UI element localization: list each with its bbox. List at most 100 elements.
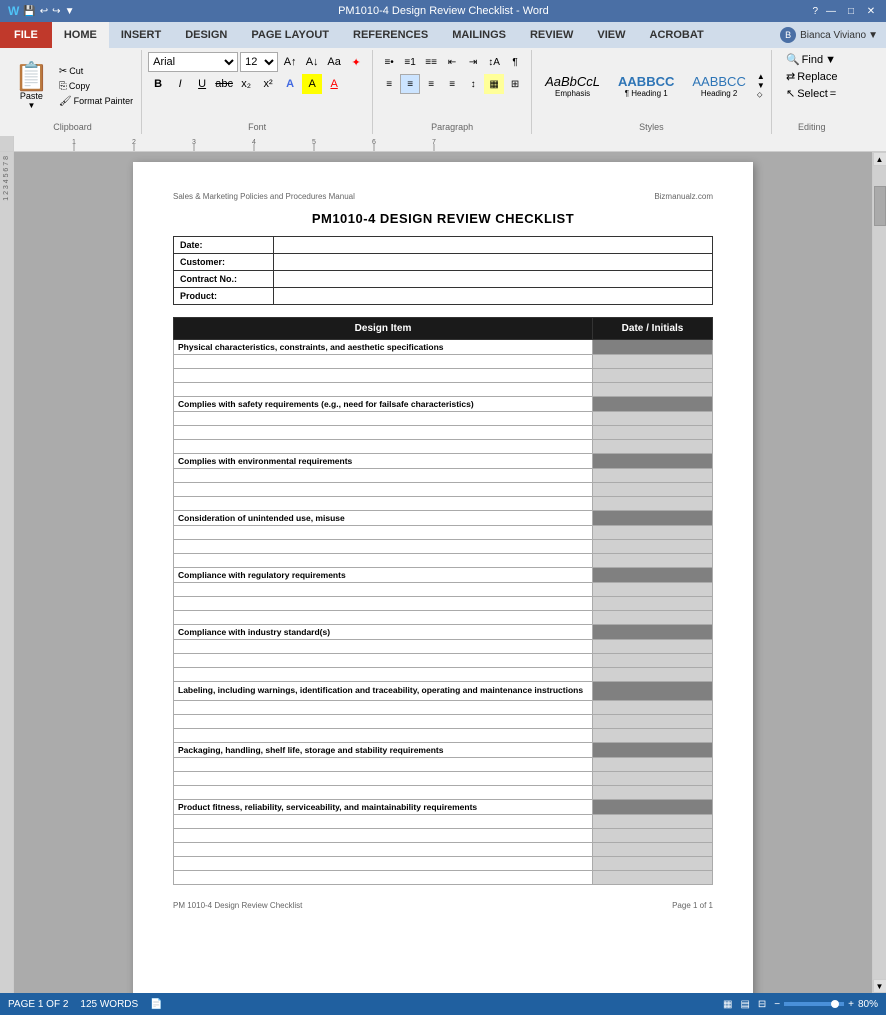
checklist-date-col[interactable] (593, 383, 713, 397)
checklist-date-col[interactable] (593, 483, 713, 497)
align-center-button[interactable]: ≡ (400, 74, 420, 94)
zoom-out-button[interactable]: − (774, 999, 780, 1010)
tab-mailings[interactable]: MAILINGS (440, 22, 518, 48)
checklist-date-col[interactable] (593, 340, 713, 355)
line-spacing-button[interactable]: ↕ (463, 74, 483, 94)
style-emphasis[interactable]: AaBbCcL Emphasis (538, 71, 607, 101)
increase-indent-button[interactable]: ⇥ (463, 52, 483, 72)
superscript-button[interactable]: x² (258, 74, 278, 94)
scroll-thumb[interactable] (874, 186, 886, 226)
checklist-date-col[interactable] (593, 771, 713, 785)
checklist-date-col[interactable] (593, 426, 713, 440)
subscript-button[interactable]: x₂ (236, 74, 256, 94)
checklist-date-col[interactable] (593, 700, 713, 714)
find-button[interactable]: 🔍 Find ▼ (782, 52, 840, 67)
checklist-date-col[interactable] (593, 668, 713, 682)
text-effect-button[interactable]: A (280, 74, 300, 94)
checklist-date-col[interactable] (593, 554, 713, 568)
minimize-button[interactable]: — (824, 4, 838, 18)
bullets-button[interactable]: ≡• (379, 52, 399, 72)
style-heading2[interactable]: AABBCC Heading 2 (685, 71, 752, 101)
grow-font-button[interactable]: A↑ (280, 52, 300, 72)
checklist-date-col[interactable] (593, 454, 713, 469)
bold-button[interactable]: B (148, 74, 168, 94)
checklist-date-col[interactable] (593, 714, 713, 728)
checklist-date-col[interactable] (593, 870, 713, 884)
find-dropdown-icon[interactable]: ▼ (825, 54, 836, 66)
checklist-date-col[interactable] (593, 654, 713, 668)
zoom-slider[interactable] (784, 1002, 844, 1006)
checklist-date-col[interactable] (593, 526, 713, 540)
select-button[interactable]: ↖ Select = (782, 86, 840, 101)
quick-save-icon[interactable]: 💾 (23, 6, 35, 17)
user-dropdown-icon[interactable]: ▼ (868, 30, 878, 41)
info-value-date[interactable] (274, 237, 713, 254)
checklist-date-col[interactable] (593, 511, 713, 526)
help-icon[interactable]: ? (812, 6, 818, 17)
maximize-button[interactable]: □ (844, 4, 858, 18)
tab-view[interactable]: VIEW (585, 22, 637, 48)
tab-design[interactable]: DESIGN (173, 22, 239, 48)
decrease-indent-button[interactable]: ⇤ (442, 52, 462, 72)
paste-dropdown[interactable]: ▼ (27, 101, 35, 110)
checklist-date-col[interactable] (593, 355, 713, 369)
styles-scroll[interactable]: ▲ ▼ ⬦ (757, 72, 765, 100)
format-painter-button[interactable]: 🖌 Format Painter (57, 95, 135, 108)
checklist-date-col[interactable] (593, 828, 713, 842)
numbering-button[interactable]: ≡1 (400, 52, 420, 72)
checklist-date-col[interactable] (593, 611, 713, 625)
checklist-date-col[interactable] (593, 682, 713, 701)
zoom-slider-thumb[interactable] (831, 1000, 839, 1008)
checklist-date-col[interactable] (593, 785, 713, 799)
checklist-date-col[interactable] (593, 757, 713, 771)
clear-format-button[interactable]: ✦ (346, 52, 366, 72)
checklist-date-col[interactable] (593, 497, 713, 511)
style-heading1[interactable]: AABBCC ¶ Heading 1 (611, 71, 681, 101)
strikethrough-button[interactable]: abc (214, 74, 234, 94)
quick-more-icon[interactable]: ▼ (65, 6, 75, 17)
underline-button[interactable]: U (192, 74, 212, 94)
tab-file[interactable]: FILE (0, 22, 52, 48)
checklist-date-col[interactable] (593, 597, 713, 611)
align-left-button[interactable]: ≡ (379, 74, 399, 94)
quick-redo-icon[interactable]: ↪ (52, 6, 60, 17)
checklist-date-col[interactable] (593, 540, 713, 554)
copy-button[interactable]: ⎘ Copy (57, 80, 135, 93)
scroll-up-button[interactable]: ▲ (873, 152, 886, 166)
view-read-icon[interactable]: ⊟ (758, 999, 766, 1010)
checklist-date-col[interactable] (593, 469, 713, 483)
checklist-date-col[interactable] (593, 640, 713, 654)
view-web-icon[interactable]: ▤ (740, 999, 749, 1010)
checklist-date-col[interactable] (593, 625, 713, 640)
tab-acrobat[interactable]: ACROBAT (638, 22, 716, 48)
show-hide-button[interactable]: ¶ (505, 52, 525, 72)
checklist-date-col[interactable] (593, 369, 713, 383)
checklist-date-col[interactable] (593, 568, 713, 583)
tab-page-layout[interactable]: PAGE LAYOUT (239, 22, 341, 48)
select-dropdown-icon[interactable]: = (830, 88, 836, 100)
view-print-icon[interactable]: ▦ (723, 999, 732, 1010)
checklist-date-col[interactable] (593, 412, 713, 426)
info-value-product[interactable] (274, 288, 713, 305)
sort-button[interactable]: ↕A (484, 52, 504, 72)
checklist-date-col[interactable] (593, 742, 713, 757)
paste-button[interactable]: 📋 Paste ▼ (10, 61, 53, 112)
proofing-icon[interactable]: 📄 (150, 999, 162, 1010)
tab-review[interactable]: REVIEW (518, 22, 585, 48)
checklist-date-col[interactable] (593, 397, 713, 412)
tab-home[interactable]: HOME (52, 22, 109, 48)
italic-button[interactable]: I (170, 74, 190, 94)
checklist-date-col[interactable] (593, 814, 713, 828)
checklist-date-col[interactable] (593, 440, 713, 454)
page-area[interactable]: Sales & Marketing Policies and Procedure… (14, 152, 872, 993)
checklist-date-col[interactable] (593, 856, 713, 870)
justify-button[interactable]: ≡ (442, 74, 462, 94)
tab-references[interactable]: REFERENCES (341, 22, 440, 48)
tab-insert[interactable]: INSERT (109, 22, 173, 48)
scroll-down-button[interactable]: ▼ (873, 979, 886, 993)
shrink-font-button[interactable]: A↓ (302, 52, 322, 72)
quick-undo-icon[interactable]: ↩ (40, 6, 48, 17)
shading-button[interactable]: ▦ (484, 74, 504, 94)
replace-button[interactable]: ⇄ Replace (782, 69, 842, 84)
font-size-select[interactable]: 12 (240, 52, 278, 72)
